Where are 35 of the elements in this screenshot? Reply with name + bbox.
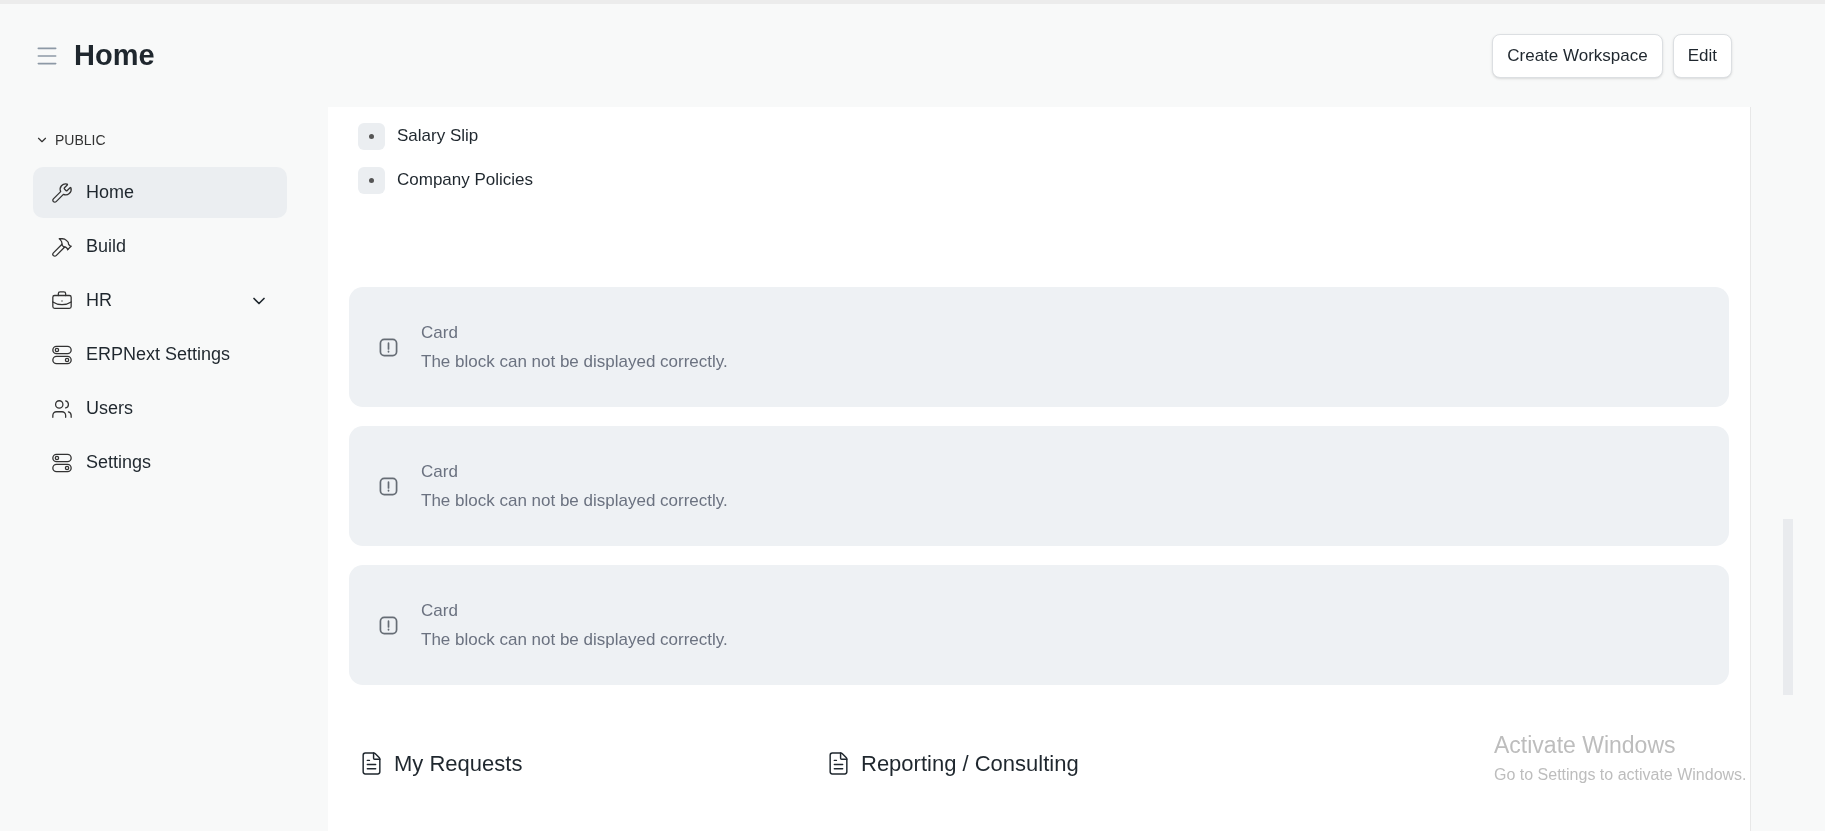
alert-icon [379,615,398,635]
tools-icon [51,181,73,204]
hammer-icon [51,235,73,258]
error-message: The block can not be displayed correctly. [421,490,728,512]
sidebar-item[interactable]: Users [33,383,287,434]
bullet-icon [358,166,385,194]
document-icon [359,751,384,776]
section-heading: Reporting / Consulting [861,750,1079,778]
toolbox-icon [51,289,73,312]
sidebar-item[interactable]: Settings [33,437,287,488]
sidebar-item[interactable]: ERPNext Settings [33,329,287,380]
section-heading: My Requests [394,750,523,778]
card-title: Card [421,600,459,622]
sidebar-item[interactable]: Home [33,167,287,218]
shortcut-link[interactable]: Company Policies [397,167,534,193]
watermark-title: Activate Windows [1494,731,1677,760]
bullet-icon [358,122,385,150]
create-workspace-button[interactable]: Create Workspace [1492,33,1663,78]
alert-icon [379,337,398,357]
users-icon [51,397,73,420]
card-title: Card [421,322,459,344]
alert-icon [379,476,398,496]
error-message: The block can not be displayed correctly. [421,629,728,651]
edit-button[interactable]: Edit [1672,33,1732,78]
card-title: Card [421,461,459,483]
error-message: The block can not be displayed correctly. [421,351,728,373]
shortcut-link[interactable]: Salary Slip [397,123,479,149]
toggles-icon [51,451,73,474]
section-toggle[interactable]: PUBLIC [35,127,106,153]
watermark-message: Go to Settings to activate Windows. [1494,764,1747,785]
sidebar-item[interactable]: HR [33,275,287,326]
sidebar-item[interactable]: Build [33,221,287,272]
toggles-icon [51,343,73,366]
page-title: Home [74,37,155,73]
document-icon [826,751,851,776]
